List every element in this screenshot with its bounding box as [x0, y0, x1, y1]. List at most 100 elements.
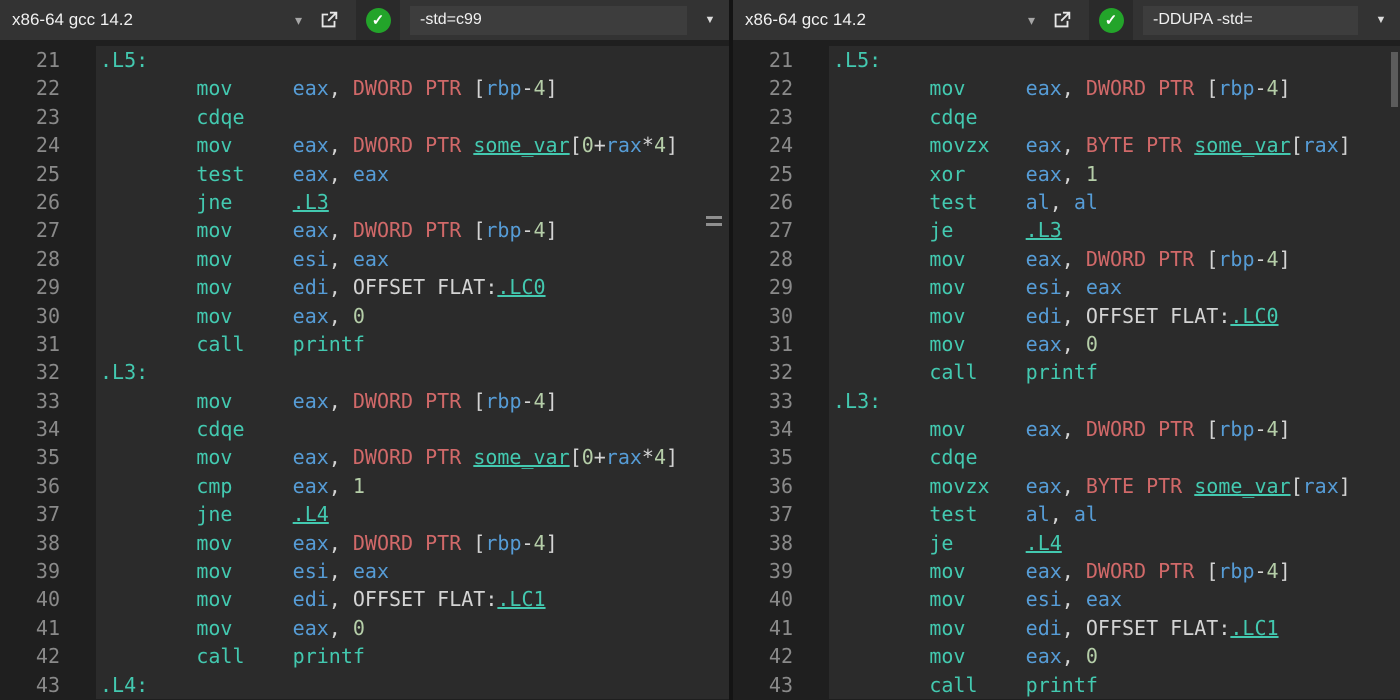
- code-line[interactable]: xor eax, 1: [829, 160, 1400, 188]
- code-line[interactable]: mov eax, DWORD PTR [rbp-4]: [829, 415, 1400, 443]
- token-reg: rbp: [485, 531, 521, 555]
- symbol-link[interactable]: some_var: [473, 445, 569, 469]
- code-line[interactable]: mov eax, 0: [96, 614, 729, 642]
- code-line[interactable]: mov eax, 0: [829, 330, 1400, 358]
- token-pln: [232, 559, 292, 583]
- code-line[interactable]: .L5:: [829, 46, 1400, 74]
- code-line[interactable]: mov edi, OFFSET FLAT:.LC1: [829, 614, 1400, 642]
- symbol-link[interactable]: .LC0: [1230, 304, 1278, 328]
- token-pln: [953, 218, 1025, 242]
- code-line[interactable]: mov esi, eax: [829, 273, 1400, 301]
- code-line[interactable]: cdqe: [96, 103, 729, 131]
- open-in-new-button[interactable]: [312, 4, 346, 36]
- asm-line: 34 mov eax, DWORD PTR [rbp-4]: [733, 415, 1400, 443]
- asm-line: 41 mov edi, OFFSET FLAT:.LC1: [733, 614, 1400, 642]
- compile-status-button[interactable]: ✓: [1089, 0, 1133, 40]
- compiler-options-input[interactable]: [410, 6, 687, 35]
- code-line[interactable]: call printf: [829, 358, 1400, 386]
- line-number: 38: [0, 529, 96, 557]
- asm-editor[interactable]: 21.L5:22 mov eax, DWORD PTR [rbp-4]23 cd…: [733, 40, 1400, 700]
- code-line[interactable]: cdqe: [829, 103, 1400, 131]
- open-in-new-button[interactable]: [1045, 4, 1079, 36]
- token-mn: movzx: [929, 133, 989, 157]
- asm-line: 41 mov eax, 0: [0, 614, 729, 642]
- code-line[interactable]: mov edi, OFFSET FLAT:.LC0: [96, 273, 729, 301]
- code-line[interactable]: mov esi, eax: [96, 557, 729, 585]
- code-line[interactable]: .L3:: [96, 358, 729, 386]
- code-line[interactable]: je .L3: [829, 216, 1400, 244]
- token-mn: call: [196, 332, 244, 356]
- symbol-link[interactable]: .L3: [293, 190, 329, 214]
- code-line[interactable]: .L4:: [96, 671, 729, 699]
- options-dropdown-button[interactable]: ▼: [1368, 14, 1394, 26]
- code-line[interactable]: cdqe: [829, 443, 1400, 471]
- compiler-select[interactable]: x86-64 gcc 14.2 ▾: [12, 10, 302, 30]
- compile-status-button[interactable]: ✓: [356, 0, 400, 40]
- scrollbar-thumb[interactable]: [1391, 52, 1398, 107]
- token-mn: mov: [196, 445, 232, 469]
- token-reg: edi: [293, 587, 329, 611]
- symbol-link[interactable]: .LC1: [1230, 616, 1278, 640]
- token-pln: [953, 531, 1025, 555]
- token-reg: rbp: [1218, 559, 1254, 583]
- code-line[interactable]: mov eax, DWORD PTR [rbp-4]: [96, 387, 729, 415]
- asm-line: 38 mov eax, DWORD PTR [rbp-4]: [0, 529, 729, 557]
- code-line[interactable]: mov esi, eax: [829, 585, 1400, 613]
- code-line[interactable]: mov eax, 0: [96, 302, 729, 330]
- code-line[interactable]: mov eax, DWORD PTR some_var[0+rax*4]: [96, 443, 729, 471]
- code-line[interactable]: mov esi, eax: [96, 245, 729, 273]
- code-line[interactable]: call printf: [96, 642, 729, 670]
- code-line[interactable]: test al, al: [829, 500, 1400, 528]
- compiler-label: x86-64 gcc 14.2: [745, 10, 866, 30]
- code-line[interactable]: mov eax, DWORD PTR some_var[0+rax*4]: [96, 131, 729, 159]
- code-line[interactable]: mov eax, DWORD PTR [rbp-4]: [96, 216, 729, 244]
- code-line[interactable]: jne .L4: [96, 500, 729, 528]
- code-line[interactable]: je .L4: [829, 529, 1400, 557]
- code-line[interactable]: call printf: [829, 671, 1400, 699]
- asm-line: 24 mov eax, DWORD PTR some_var[0+rax*4]: [0, 131, 729, 159]
- code-line[interactable]: .L3:: [829, 387, 1400, 415]
- symbol-link[interactable]: some_var: [1194, 474, 1290, 498]
- token-pln: ,: [329, 162, 353, 186]
- symbol-link[interactable]: .LC0: [497, 275, 545, 299]
- code-line[interactable]: mov edi, OFFSET FLAT:.LC0: [829, 302, 1400, 330]
- line-number: 36: [0, 472, 96, 500]
- symbol-link[interactable]: .L4: [293, 502, 329, 526]
- code-line[interactable]: mov eax, DWORD PTR [rbp-4]: [829, 74, 1400, 102]
- code-line[interactable]: mov eax, 0: [829, 642, 1400, 670]
- symbol-link[interactable]: some_var: [1194, 133, 1290, 157]
- token-pln: [833, 531, 929, 555]
- token-pln: -: [521, 389, 533, 413]
- code-line[interactable]: movzx eax, BYTE PTR some_var[rax]: [829, 472, 1400, 500]
- code-line[interactable]: mov eax, DWORD PTR [rbp-4]: [96, 529, 729, 557]
- code-line[interactable]: cdqe: [96, 415, 729, 443]
- token-pln: [100, 275, 196, 299]
- symbol-link[interactable]: .L4: [1026, 531, 1062, 555]
- symbol-link[interactable]: .L3: [1026, 218, 1062, 242]
- code-line[interactable]: call printf: [96, 330, 729, 358]
- code-line[interactable]: cmp eax, 1: [96, 472, 729, 500]
- compiler-options-input[interactable]: [1143, 6, 1358, 35]
- code-line[interactable]: mov eax, DWORD PTR [rbp-4]: [96, 74, 729, 102]
- token-pln: [833, 275, 929, 299]
- token-pln: [978, 673, 1026, 697]
- compiler-select[interactable]: x86-64 gcc 14.2 ▾: [745, 10, 1035, 30]
- token-pln: [1182, 474, 1194, 498]
- code-line[interactable]: .L5:: [96, 46, 729, 74]
- token-mn: test: [196, 162, 244, 186]
- code-line[interactable]: mov edi, OFFSET FLAT:.LC1: [96, 585, 729, 613]
- code-line[interactable]: jne .L3: [96, 188, 729, 216]
- options-dropdown-button[interactable]: ▼: [697, 14, 723, 26]
- code-line[interactable]: movzx eax, BYTE PTR some_var[rax]: [829, 131, 1400, 159]
- asm-editor[interactable]: 21.L5:22 mov eax, DWORD PTR [rbp-4]23 cd…: [0, 40, 729, 700]
- symbol-link[interactable]: some_var: [473, 133, 569, 157]
- open-in-new-icon: [318, 9, 340, 31]
- symbol-link[interactable]: .LC1: [497, 587, 545, 611]
- token-mn: mov: [929, 587, 965, 611]
- code-line[interactable]: test eax, eax: [96, 160, 729, 188]
- token-pln: , OFFSET FLAT:: [329, 275, 498, 299]
- token-reg: eax: [293, 76, 329, 100]
- code-line[interactable]: mov eax, DWORD PTR [rbp-4]: [829, 245, 1400, 273]
- code-line[interactable]: mov eax, DWORD PTR [rbp-4]: [829, 557, 1400, 585]
- code-line[interactable]: test al, al: [829, 188, 1400, 216]
